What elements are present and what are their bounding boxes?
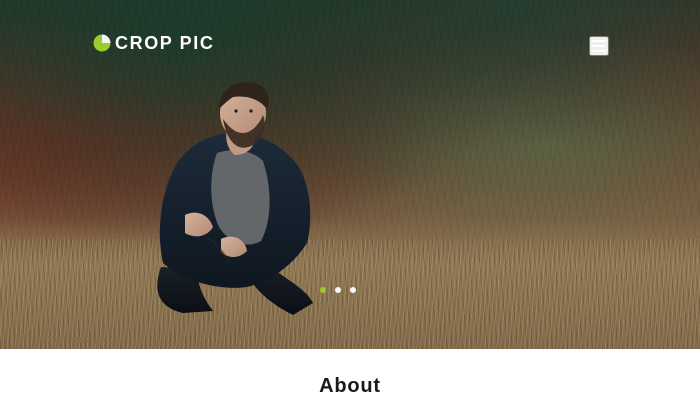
- menu-button[interactable]: [589, 36, 609, 56]
- top-navigation: CROP PIC: [0, 0, 700, 85]
- page: CROP PIC About: [0, 0, 700, 408]
- hamburger-menu-icon-line: [592, 50, 606, 52]
- crop-logo-icon: [93, 34, 111, 52]
- hamburger-menu-icon: [592, 40, 606, 42]
- hero-section: CROP PIC: [0, 0, 700, 349]
- hero-slider-dots: [320, 287, 356, 293]
- slider-dot-3[interactable]: [350, 287, 356, 293]
- hero-person-image: [157, 82, 313, 315]
- hamburger-menu-icon-line: [592, 45, 606, 47]
- about-section: About: [0, 349, 700, 408]
- brand-name: CROP PIC: [115, 33, 215, 53]
- hero-grass-strands: [0, 239, 700, 349]
- slider-dot-1[interactable]: [320, 287, 326, 293]
- about-title: About: [319, 375, 381, 397]
- brand-logo-link[interactable]: CROP PIC: [92, 33, 215, 53]
- slider-dot-2[interactable]: [335, 287, 341, 293]
